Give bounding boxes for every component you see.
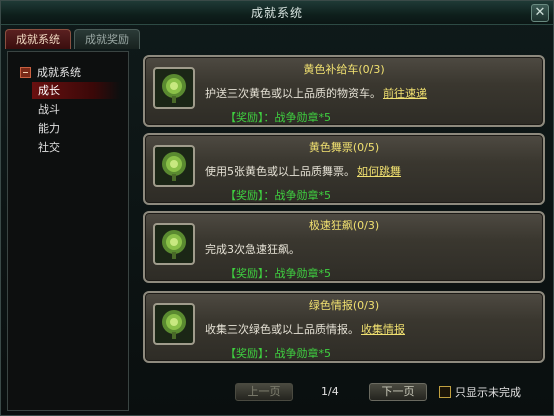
tree-root-label: 成就系统 xyxy=(37,66,81,79)
achievement-card: 黄色舞票(0/5) 使用5张黄色或以上品质舞票。 如何跳舞 【奖励】：战争勋章*5 xyxy=(143,133,545,205)
achievement-window: 成就系统 ✕ 成就系统 成就奖励 成就系统 成长 战斗 能力 社交 黄色补给车(… xyxy=(0,0,554,416)
achievement-desc: 收集三次绿色或以上品质情报。 收集情报 xyxy=(205,323,405,336)
tab-achievement-rewards[interactable]: 成就奖励 xyxy=(74,29,140,49)
achievement-desc: 使用5张黄色或以上品质舞票。 如何跳舞 xyxy=(205,165,401,178)
prev-page-button[interactable]: 上一页 xyxy=(235,383,293,401)
achievement-link[interactable]: 收集情报 xyxy=(361,323,405,336)
title-bar[interactable]: 成就系统 ✕ xyxy=(1,1,553,25)
achievement-desc: 护送三次黄色或以上品质的物资车。 前往速递 xyxy=(205,87,427,100)
achievement-desc: 完成3次急速狂飙。 xyxy=(205,243,300,256)
achievement-reward: 【奖励】：战争勋章*5 xyxy=(225,111,331,124)
filter-checkbox[interactable] xyxy=(439,386,451,398)
sidebar-item-growth[interactable]: 成长 xyxy=(32,82,120,99)
achievement-reward: 【奖励】：战争勋章*5 xyxy=(225,267,331,280)
sidebar-item-combat[interactable]: 战斗 xyxy=(38,101,126,118)
close-button[interactable]: ✕ xyxy=(531,4,549,22)
achievement-reward: 【奖励】：战争勋章*5 xyxy=(225,189,331,202)
pager-bar: 上一页 1/4 下一页 只显示未完成 xyxy=(135,375,553,411)
category-sidebar: 成就系统 成长 战斗 能力 社交 xyxy=(7,51,129,411)
sidebar-item-ability[interactable]: 能力 xyxy=(38,120,126,137)
filter-label: 只显示未完成 xyxy=(455,386,521,399)
tree-root[interactable]: 成就系统 xyxy=(20,64,81,80)
next-page-button[interactable]: 下一页 xyxy=(369,383,427,401)
achievement-link[interactable]: 如何跳舞 xyxy=(357,165,401,178)
achievement-title: 黄色补给车(0/3) xyxy=(303,63,385,76)
achievement-reward: 【奖励】：战争勋章*5 xyxy=(225,347,331,360)
achievement-card: 黄色补给车(0/3) 护送三次黄色或以上品质的物资车。 前往速递 【奖励】：战争勋… xyxy=(143,55,545,127)
filter-incomplete[interactable]: 只显示未完成 xyxy=(439,384,521,400)
tab-achievement-system[interactable]: 成就系统 xyxy=(5,29,71,49)
achievement-link[interactable]: 前往速递 xyxy=(383,87,427,100)
close-icon: ✕ xyxy=(534,5,546,20)
achievement-title: 极速狂飙(0/3) xyxy=(308,219,380,232)
tab-bar: 成就系统 成就奖励 xyxy=(5,29,140,49)
achievement-card: 绿色情报(0/3) 收集三次绿色或以上品质情报。 收集情报 【奖励】：战争勋章*5 xyxy=(143,291,545,363)
collapse-icon[interactable] xyxy=(20,66,31,78)
achievement-title: 绿色情报(0/3) xyxy=(308,299,380,312)
achievement-title: 黄色舞票(0/5) xyxy=(308,141,380,154)
achievement-card: 极速狂飙(0/3) 完成3次急速狂飙。 【奖励】：战争勋章*5 xyxy=(143,211,545,283)
sidebar-item-social[interactable]: 社交 xyxy=(38,139,126,156)
window-title: 成就系统 xyxy=(250,6,303,20)
page-indicator: 1/4 xyxy=(321,385,339,398)
achievement-list: 黄色补给车(0/3) 护送三次黄色或以上品质的物资车。 前往速递 【奖励】：战争勋… xyxy=(135,51,553,371)
